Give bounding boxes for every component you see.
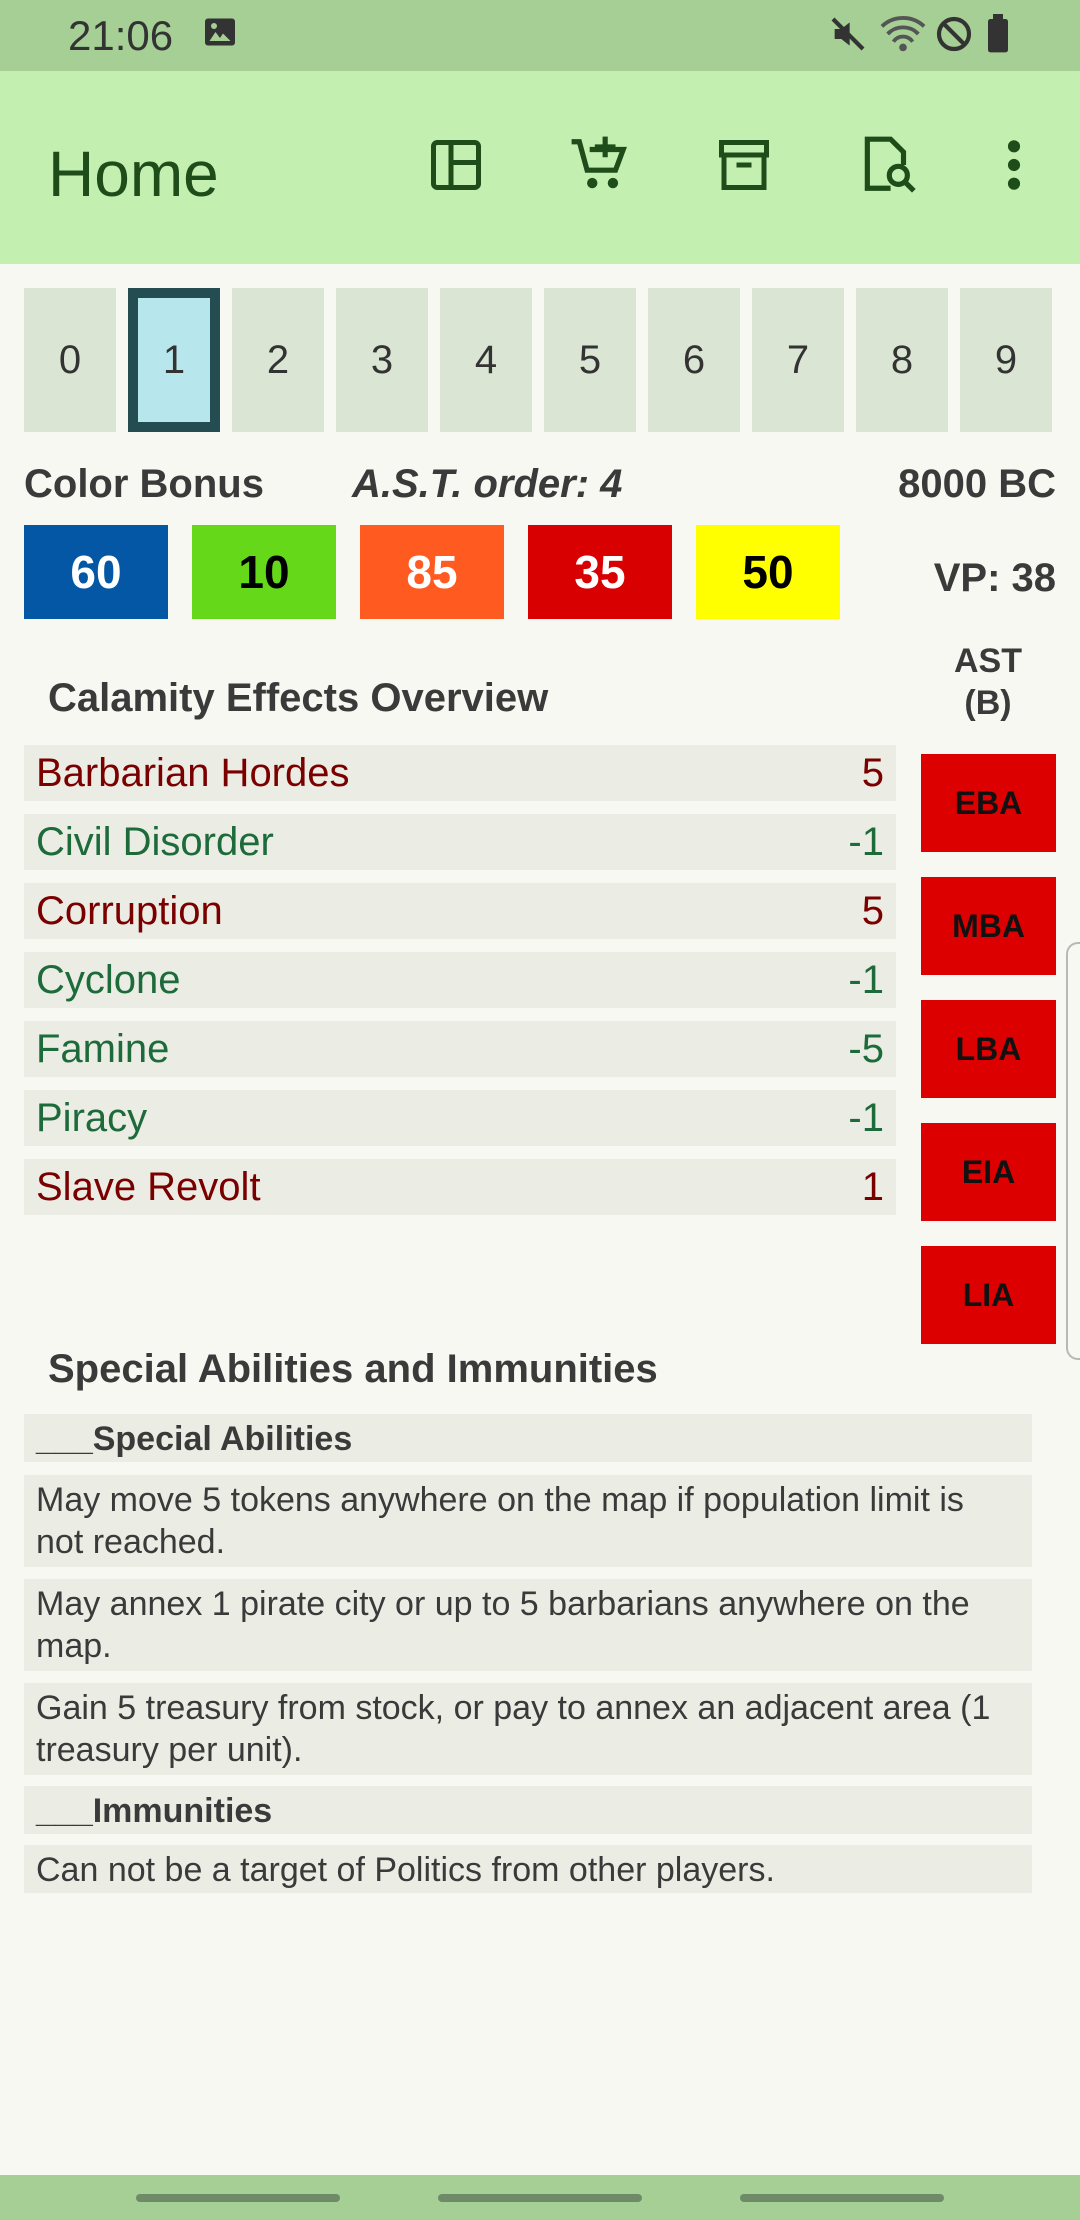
ast-box-mba[interactable]: MBA xyxy=(921,877,1056,975)
color-bonus-label: Color Bonus xyxy=(24,462,264,506)
ast-header-title: AST xyxy=(954,642,1022,680)
status-bar: 21:06 xyxy=(0,0,1080,71)
calamity-value: 1 xyxy=(861,1165,884,1209)
calamity-row[interactable]: Civil Disorder -1 xyxy=(24,814,896,870)
tab-9[interactable]: 9 xyxy=(960,288,1052,432)
archive-button[interactable] xyxy=(706,129,782,205)
special-ability-item: May move 5 tokens anywhere on the map if… xyxy=(24,1475,1032,1567)
tab-5[interactable]: 5 xyxy=(544,288,636,432)
calamity-value: 5 xyxy=(861,889,884,933)
calamity-row[interactable]: Cyclone -1 xyxy=(24,952,896,1008)
calamity-value: 5 xyxy=(861,751,884,795)
nav-pill-home[interactable] xyxy=(438,2194,642,2202)
color-bonus-box: 10 xyxy=(192,525,336,619)
tab-6[interactable]: 6 xyxy=(648,288,740,432)
tab-8[interactable]: 8 xyxy=(856,288,948,432)
calamity-name: Cyclone xyxy=(36,958,181,1002)
battery-icon xyxy=(984,14,1012,58)
ast-box-eia[interactable]: EIA xyxy=(921,1123,1056,1221)
calamity-name: Piracy xyxy=(36,1096,148,1140)
layout-button[interactable] xyxy=(418,129,494,205)
color-bonus-box: 60 xyxy=(24,525,168,619)
tab-1[interactable]: 1 xyxy=(128,288,220,432)
ast-box-eba[interactable]: EBA xyxy=(921,754,1056,852)
immunity-item: Can not be a target of Politics from oth… xyxy=(24,1845,1032,1893)
calamity-name: Famine xyxy=(36,1027,170,1071)
calamity-value: -1 xyxy=(848,820,884,864)
status-time: 21:06 xyxy=(68,12,174,59)
calamity-name: Slave Revolt xyxy=(36,1165,261,1209)
era-label: 8000 BC xyxy=(898,462,1056,506)
add-cart-icon xyxy=(569,134,631,201)
ast-box-lia[interactable]: LIA xyxy=(921,1246,1056,1344)
search-document-button[interactable] xyxy=(850,129,926,205)
calamity-row[interactable]: Slave Revolt 1 xyxy=(24,1159,896,1215)
mute-icon xyxy=(828,14,868,58)
nav-pill-left[interactable] xyxy=(136,2194,340,2202)
calamity-section-title: Calamity Effects Overview xyxy=(48,676,549,720)
add-to-cart-button[interactable] xyxy=(562,129,638,205)
ast-header-subtitle: (B) xyxy=(964,684,1012,722)
special-section-title: Special Abilities and Immunities xyxy=(48,1347,658,1391)
page-title: Home xyxy=(48,138,219,210)
navigation-bar xyxy=(0,2175,1080,2220)
calamity-row[interactable]: Famine -5 xyxy=(24,1021,896,1077)
tab-3[interactable]: 3 xyxy=(336,288,428,432)
archive-icon xyxy=(714,135,774,200)
color-bonus-box: 35 xyxy=(528,525,672,619)
layout-icon xyxy=(426,135,486,200)
app-bar: Home xyxy=(0,71,1080,264)
calamity-name: Civil Disorder xyxy=(36,820,274,864)
calamity-row[interactable]: Piracy -1 xyxy=(24,1090,896,1146)
calamity-value: -5 xyxy=(848,1027,884,1071)
calamity-row[interactable]: Corruption 5 xyxy=(24,883,896,939)
calamity-name: Barbarian Hordes xyxy=(36,751,350,795)
tab-0[interactable]: 0 xyxy=(24,288,116,432)
calamity-value: -1 xyxy=(848,1096,884,1140)
side-panel-handle[interactable] xyxy=(1066,942,1080,1360)
more-vert-icon xyxy=(1004,137,1024,198)
calamity-value: -1 xyxy=(848,958,884,1002)
tab-2[interactable]: 2 xyxy=(232,288,324,432)
nav-pill-right[interactable] xyxy=(740,2194,944,2202)
ast-header: AST (B) xyxy=(920,640,1056,724)
special-ability-item: May annex 1 pirate city or up to 5 barba… xyxy=(24,1579,1032,1671)
image-icon xyxy=(202,14,238,58)
do-not-disturb-icon xyxy=(934,14,974,58)
special-ability-item: Gain 5 treasury from stock, or pay to an… xyxy=(24,1683,1032,1775)
immunities-header: ___Immunities xyxy=(24,1786,1032,1834)
search-document-icon xyxy=(857,134,919,201)
calamity-name: Corruption xyxy=(36,889,223,933)
wifi-icon xyxy=(880,14,926,58)
ast-order-label: A.S.T. order: 4 xyxy=(352,462,623,506)
tab-4[interactable]: 4 xyxy=(440,288,532,432)
calamity-row[interactable]: Barbarian Hordes 5 xyxy=(24,745,896,801)
player-tabs: 0 1 2 3 4 5 6 7 8 9 xyxy=(24,288,1056,432)
ast-box-lba[interactable]: LBA xyxy=(921,1000,1056,1098)
vp-label: VP: 38 xyxy=(933,556,1056,600)
tab-7[interactable]: 7 xyxy=(752,288,844,432)
special-abilities-header: ___Special Abilities xyxy=(24,1414,1032,1462)
color-bonus-box: 85 xyxy=(360,525,504,619)
more-options-button[interactable] xyxy=(976,129,1052,205)
color-bonus-box: 50 xyxy=(696,525,840,619)
